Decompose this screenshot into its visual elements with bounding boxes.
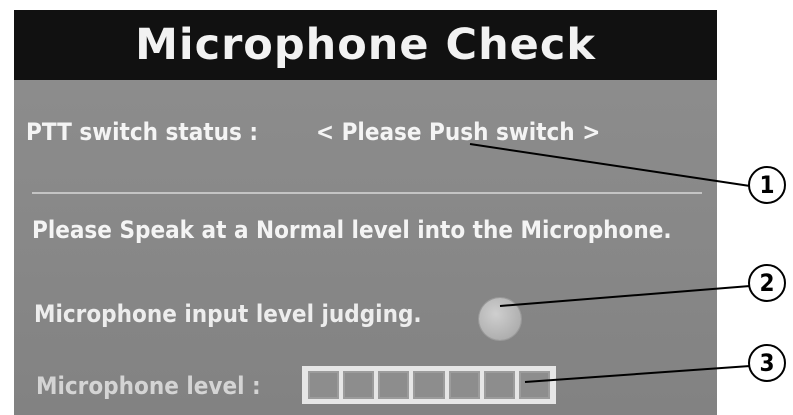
callout-leader-3 bbox=[524, 365, 751, 383]
callout-2: 2 bbox=[748, 264, 786, 302]
callout-leader-lines bbox=[469, 143, 751, 383]
callout-leader-2 bbox=[499, 285, 751, 307]
callout-1: 1 bbox=[748, 166, 786, 204]
callout-3: 3 bbox=[748, 344, 786, 382]
callout-leader-1 bbox=[469, 143, 751, 187]
